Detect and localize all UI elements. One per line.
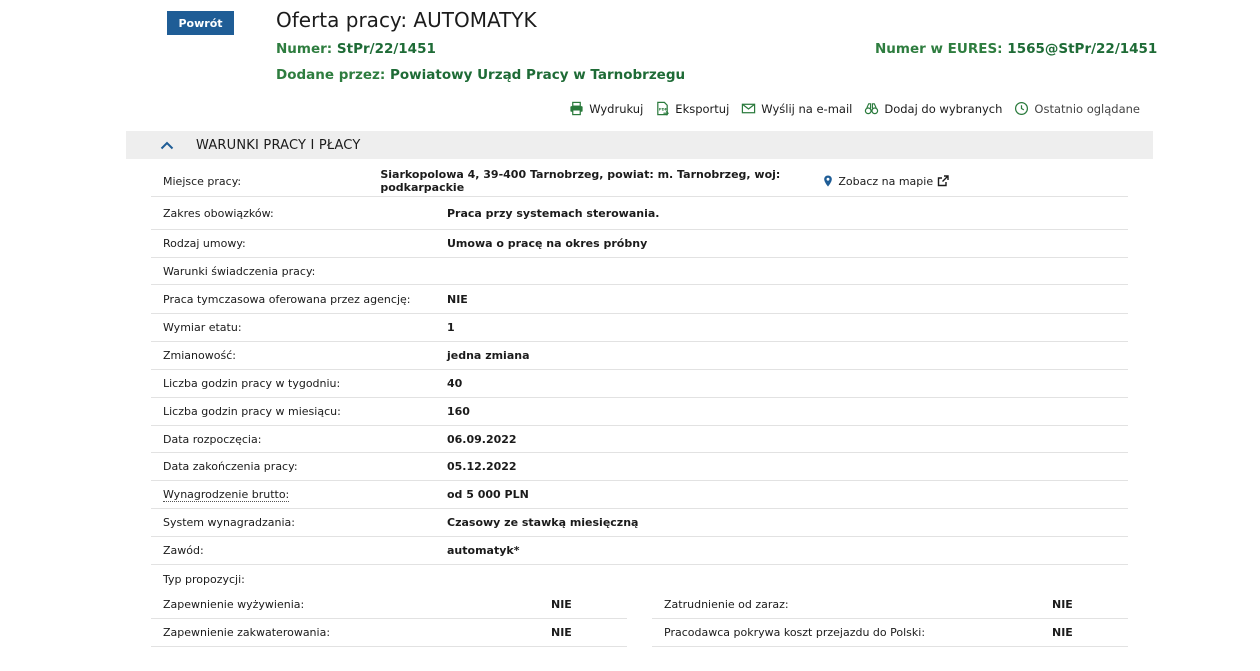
table-row: Warunki świadczenia pracy: <box>151 258 1128 285</box>
row-label: Pracodawca pokrywa koszt przejazdu do Po… <box>664 626 926 639</box>
clock-icon <box>1015 101 1029 116</box>
row-label: Liczba godzin pracy w miesiącu: <box>163 405 341 418</box>
work-conditions-table: Miejsce pracy: Siarkopolowa 4, 39-400 Ta… <box>151 166 1128 593</box>
row-label: Zakres obowiązków: <box>163 206 274 220</box>
row-value: Siarkopolowa 4, 39-400 Tarnobrzeg, powia… <box>380 168 781 194</box>
email-label: Wyślij na e-mail <box>761 101 853 116</box>
table-row-split: Zapewnienie wyżywienia: NIE Zatrudnienie o… <box>151 591 1128 619</box>
row-value: 40 <box>447 377 463 390</box>
table-row-split: Zapewnienie zakwaterowania: NIE Pracodawca… <box>151 619 1128 647</box>
print-button[interactable]: Wydrukuj <box>569 101 643 116</box>
row-value: 06.09.2022 <box>447 432 517 446</box>
row-label: Miejsce pracy: <box>163 174 242 188</box>
eures-number-label: Numer w EURES: <box>875 41 1003 57</box>
row-label: Data zakończenia pracy: <box>163 460 298 473</box>
added-by-value: Powiatowy Urząd Pracy w Tarnobrzegu <box>390 67 686 83</box>
table-row: Liczba godzin pracy w miesiącu: 160 <box>151 398 1128 426</box>
table-row: Liczba godzin pracy w tygodniu: 40 <box>151 370 1128 398</box>
svg-text:PDF: PDF <box>659 107 668 111</box>
add-to-favorites-button[interactable]: Dodaj do wybranych <box>864 101 1002 116</box>
chevron-up-icon[interactable] <box>159 137 175 153</box>
row-value: NIE <box>551 626 572 639</box>
see-on-map-label: Zobacz na mapie <box>838 174 934 188</box>
table-cell-left: Zapewnienie wyżywienia: NIE <box>151 591 627 619</box>
recently-viewed-label: Ostatnio oglądane <box>1034 101 1140 116</box>
row-label: Typ propozycji: <box>163 572 245 586</box>
printer-icon <box>570 101 583 116</box>
table-cell-right: Zatrudnienie od zaraz: NIE <box>652 591 1128 619</box>
row-label: Zawód: <box>163 544 204 557</box>
page-title: Oferta pracy: AUTOMATYK <box>276 8 537 32</box>
section-title: WARUNKI PRACY I PŁACY <box>196 137 361 153</box>
external-link-icon <box>937 175 949 187</box>
export-pdf-icon: PDF <box>657 101 670 116</box>
row-value: od 5 000 PLN <box>447 488 529 501</box>
row-label: Zatrudnienie od zaraz: <box>664 598 789 611</box>
envelope-icon <box>742 103 756 114</box>
row-value: Umowa o pracę na okres próbny <box>447 237 648 250</box>
export-button[interactable]: PDF Eksportuj <box>655 101 729 116</box>
map-pin-icon <box>824 175 833 187</box>
offer-number-label: Numer: <box>276 41 333 57</box>
row-label: Praca tymczasowa oferowana przez agencję… <box>163 292 411 306</box>
row-value: NIE <box>447 292 468 306</box>
added-by: Dodane przez: Powiatowy Urząd Pracy w Ta… <box>276 67 685 83</box>
row-value: 160 <box>447 405 470 418</box>
action-toolbar: Wydrukuj PDF Eksportuj Wyślij na e-mail … <box>569 101 1140 116</box>
row-value: NIE <box>551 598 572 611</box>
row-value: NIE <box>1052 626 1073 639</box>
add-to-favorites-label: Dodaj do wybranych <box>884 101 1003 116</box>
added-by-label: Dodane przez: <box>276 67 386 83</box>
table-row: Rodzaj umowy: Umowa o pracę na okres prób… <box>151 230 1128 258</box>
table-row: Wynagrodzenie brutto: od 5 000 PLN <box>151 481 1128 509</box>
row-label: Wynagrodzenie brutto: <box>151 488 447 502</box>
binoculars-icon <box>865 103 879 115</box>
table-row: Praca tymczasowa oferowana przez agencję… <box>151 285 1128 314</box>
print-label: Wydrukuj <box>589 101 644 116</box>
row-label: Rodzaj umowy: <box>163 237 246 250</box>
row-label: System wynagradzania: <box>163 516 295 529</box>
table-cell-left: Zapewnienie zakwaterowania: NIE <box>151 619 627 647</box>
email-button[interactable]: Wyślij na e-mail <box>741 101 852 116</box>
table-row: Zawód: automatyk* <box>151 537 1128 565</box>
row-label: Data rozpoczęcia: <box>163 432 262 446</box>
row-label: Warunki świadczenia pracy: <box>163 264 316 278</box>
row-label: Zapewnienie zakwaterowania: <box>163 626 331 639</box>
row-value: jedna zmiana <box>447 349 530 362</box>
section-header-work-conditions[interactable]: WARUNKI PRACY I PŁACY <box>126 131 1153 159</box>
row-value: Praca przy systemach sterowania. <box>447 206 660 220</box>
row-value: automatyk* <box>447 544 520 557</box>
eures-number-value: 1565@StPr/22/1451 <box>1007 41 1158 57</box>
table-row: Data rozpoczęcia: 06.09.2022 <box>151 426 1128 453</box>
table-row: Wymiar etatu: 1 <box>151 314 1128 342</box>
row-value: 1 <box>447 321 455 334</box>
row-label: Zmianowość: <box>163 349 236 362</box>
see-on-map-link[interactable]: Zobacz na mapie <box>822 175 949 188</box>
recently-viewed-button[interactable]: Ostatnio oglądane <box>1014 101 1140 116</box>
back-button[interactable]: Powrót <box>167 11 234 35</box>
export-label: Eksportuj <box>675 101 730 116</box>
table-row: Typ propozycji: <box>151 565 1128 593</box>
table-row: System wynagradzania: Czasowy ze stawką m… <box>151 509 1128 537</box>
offer-number: Numer: StPr/22/1451 <box>276 41 436 57</box>
table-row: Data zakończenia pracy: 05.12.2022 <box>151 453 1128 481</box>
table-row: Miejsce pracy: Siarkopolowa 4, 39-400 Ta… <box>151 166 1128 197</box>
row-value: Czasowy ze stawką miesięczną <box>447 516 639 529</box>
table-cell-right: Pracodawca pokrywa koszt przejazdu do Po… <box>652 619 1128 647</box>
row-value: NIE <box>1052 598 1073 611</box>
table-row: Zmianowość: jedna zmiana <box>151 342 1128 370</box>
row-label: Zapewnienie wyżywienia: <box>163 598 305 611</box>
eures-number: Numer w EURES: 1565@StPr/22/1451 <box>875 41 1157 57</box>
table-row: Zakres obowiązków: Praca przy systemach s… <box>151 197 1128 230</box>
offer-number-value: StPr/22/1451 <box>336 41 436 57</box>
row-label-abbr[interactable]: Wynagrodzenie brutto: <box>163 488 290 502</box>
row-label: Wymiar etatu: <box>163 321 242 334</box>
row-label: Liczba godzin pracy w tygodniu: <box>163 377 341 390</box>
row-value: 05.12.2022 <box>447 460 517 473</box>
